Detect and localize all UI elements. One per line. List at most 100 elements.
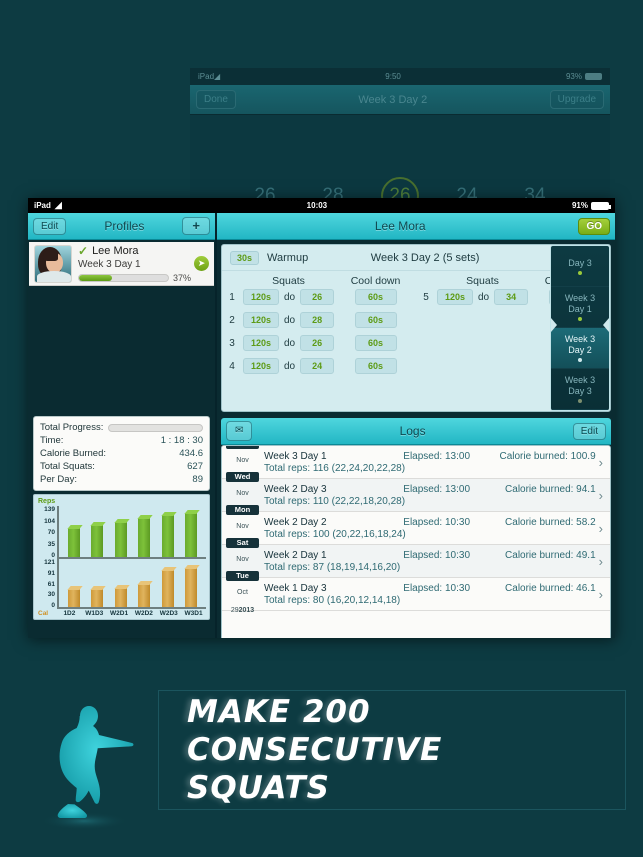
axis-tick-label: 139 <box>44 506 55 513</box>
caret-right-icon <box>603 318 609 332</box>
rest-duration-field[interactable]: 120s <box>242 312 279 328</box>
cooldown-group: 60s <box>335 312 416 328</box>
cooldown-field[interactable]: 60s <box>354 289 397 305</box>
log-year: 2013 <box>238 607 255 614</box>
cooldown-field[interactable]: 60s <box>354 312 397 328</box>
table-row[interactable]: SatNov 22013Week 2 Day 1Elapsed: 10:30Ca… <box>222 538 610 581</box>
rest-duration-field[interactable]: 120s <box>436 289 473 305</box>
stat-row: Per Day: 89 <box>40 473 203 486</box>
day-selector-item[interactable]: Week 4 <box>551 410 609 411</box>
axis-tick-label: 0 <box>51 602 55 609</box>
list-item[interactable]: ✓ Lee Mora Week 3 Day 1 37% ➤ <box>29 242 214 286</box>
log-calorie: Calorie burned: 46.1 <box>505 582 596 594</box>
edit-profiles-button[interactable]: Edit <box>33 217 67 235</box>
table-row[interactable]: Tue Oct 292013 Week 1 Day 3 Elapsed: 10:30 C… <box>222 571 610 614</box>
profile-list: ✓ Lee Mora Week 3 Day 1 37% ➤ <box>28 240 215 412</box>
day-status-dot <box>578 317 582 321</box>
main-columns: Edit Profiles + ✓ Lee Mora Week 3 Day 1 … <box>28 213 615 638</box>
day-selector-item[interactable]: Week 3 Day 1 <box>551 287 609 328</box>
add-profile-button[interactable]: + <box>182 217 210 235</box>
chevron-right-icon: › <box>598 520 603 536</box>
stat-label: Total Squats: <box>40 461 95 472</box>
reps-field[interactable]: 26 <box>300 289 335 305</box>
stat-row: Total Squats: 627 <box>40 460 203 473</box>
axis-tick-label: 30 <box>47 591 55 599</box>
logs-title: Logs <box>399 424 426 438</box>
chart-ylabel-cal: Cal <box>38 610 49 617</box>
chart-ylabel-reps: Reps <box>38 498 56 505</box>
set-index: 4 <box>229 360 235 372</box>
rest-duration-field[interactable]: 120s <box>242 289 279 305</box>
day-selector-item[interactable]: Day 3 <box>551 246 609 287</box>
background-status-bar: iPad ◢ 9:50 93% <box>190 68 610 85</box>
chevron-right-icon: › <box>598 487 603 503</box>
log-calorie: Calorie burned: 94.1 <box>505 483 596 495</box>
axis-tick-label: 121 <box>44 559 55 566</box>
axis-tick-label: W2D2 <box>134 610 153 617</box>
battery-icon <box>591 201 611 210</box>
do-label: do <box>283 291 296 303</box>
axis-tick-label: 104 <box>44 517 55 525</box>
workout-navbar: Lee Mora GO <box>217 213 615 240</box>
stat-row: Time: 1 : 18 : 30 <box>40 434 203 447</box>
set-index: 3 <box>229 337 235 349</box>
day-selector[interactable]: Day 3Week 3Day 1Week 3Day 2Week 3Day 3We… <box>550 245 610 411</box>
log-weekday: Sat <box>226 538 259 548</box>
stat-label: Calorie Burned: <box>40 448 107 459</box>
rest-duration-field[interactable]: 120s <box>242 335 279 351</box>
chart-bar <box>114 584 130 607</box>
day-selector-item[interactable]: Week 3 Day 2 <box>551 328 609 369</box>
app-window: iPad ◢ 10:03 91% Edit Profiles + ✓ Lee M… <box>28 198 615 638</box>
cooldown-field[interactable]: 60s <box>354 335 397 351</box>
chart-bar <box>90 522 106 557</box>
warmup-label: Warmup <box>267 252 309 264</box>
upgrade-button: Upgrade <box>549 90 604 109</box>
chart-plot-reps <box>57 506 206 559</box>
axis-tick-label: 0 <box>51 552 55 559</box>
go-button[interactable]: GO <box>578 217 610 235</box>
warmup-duration-field[interactable]: 30s <box>230 251 260 265</box>
right-panel: Lee Mora GO 30s Warmup Week 3 Day 2 (5 s… <box>215 213 615 638</box>
set-index: 1 <box>229 291 235 303</box>
axis-tick-label: W3D1 <box>184 610 203 617</box>
day-label: Day 1 <box>568 304 592 314</box>
caret-left-icon <box>551 318 557 332</box>
cooldown-field[interactable]: 60s <box>354 358 397 374</box>
profile-subtitle: Week 3 Day 1 <box>78 259 141 270</box>
set-index: 2 <box>229 314 235 326</box>
day-label: Day 2 <box>568 345 592 355</box>
column-header-squats: Squats <box>272 275 305 287</box>
chart-bar <box>184 509 200 557</box>
wifi-icon: ◢ <box>54 200 62 210</box>
set-group: 120s do 26 <box>242 289 335 305</box>
profile-progress-bar <box>78 274 169 282</box>
stat-label: Total Progress: <box>40 422 104 433</box>
rest-duration-field[interactable]: 120s <box>242 358 279 374</box>
background-navbar: Done Week 3 Day 2 Upgrade <box>190 85 610 115</box>
reps-field[interactable]: 24 <box>300 358 335 374</box>
battery-percent-label: 93% <box>565 72 582 81</box>
set-group: 120s do 24 <box>242 358 335 374</box>
log-calorie: Calorie burned: 49.1 <box>505 549 596 561</box>
reps-field[interactable]: 34 <box>494 289 529 305</box>
reps-field[interactable]: 26 <box>300 335 335 351</box>
set-group: 120s do 28 <box>242 312 335 328</box>
set-group: 120s do 34 <box>436 289 529 305</box>
day-selector-item[interactable]: Week 3 Day 3 <box>551 369 609 410</box>
chart-bar <box>161 567 177 607</box>
mail-icon[interactable]: ✉ <box>226 421 253 441</box>
log-info: Week 2 Day 3 Elapsed: 13:00 Calorie burned… <box>259 484 596 507</box>
reps-field[interactable]: 28 <box>300 312 335 328</box>
log-total-reps: Total reps: 116 (22,24,20,22,28) <box>264 462 406 474</box>
table-row[interactable]: WedNov 62013Week 2 Day 3Elapsed: 13:00Ca… <box>222 472 610 515</box>
table-row[interactable]: SatNov 92013Week 3 Day 1Elapsed: 13:00Ca… <box>222 446 610 482</box>
day-week-label: Week 3 <box>564 334 596 344</box>
set-index: 5 <box>423 291 429 303</box>
edit-logs-button[interactable]: Edit <box>572 422 606 440</box>
log-date: Tue Oct 292013 <box>226 571 259 617</box>
table-row[interactable]: MonNov 42013Week 2 Day 2Elapsed: 10:30Ca… <box>222 505 610 548</box>
status-bar: iPad ◢ 10:03 91% <box>28 198 615 213</box>
profile-detail-arrow-icon[interactable]: ➤ <box>194 256 209 271</box>
left-panel: Edit Profiles + ✓ Lee Mora Week 3 Day 1 … <box>28 213 215 638</box>
cooldown-group: 60s <box>335 335 416 351</box>
